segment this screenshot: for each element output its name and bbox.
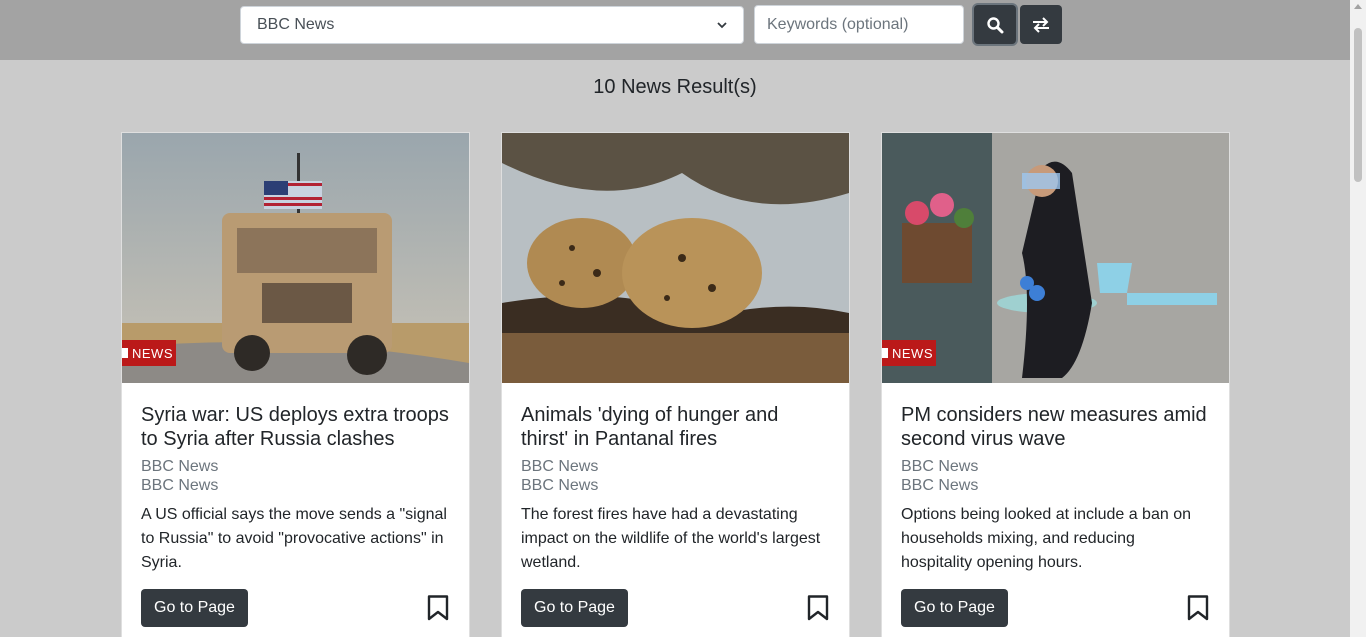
search-toolbar: BBC News Keywords (optional)	[0, 0, 1350, 60]
keywords-input[interactable]: Keywords (optional)	[754, 5, 964, 44]
scrollbar-thumb[interactable]	[1354, 28, 1362, 182]
go-to-page-button[interactable]: Go to Page	[521, 589, 628, 627]
news-card-image: NEWS	[882, 133, 1229, 383]
news-card-source: BBC News	[521, 458, 599, 475]
news-card-title: Animals 'dying of hunger and thirst' in …	[521, 404, 779, 450]
vertical-scrollbar[interactable]	[1350, 0, 1366, 637]
news-source-select-value: BBC News	[257, 16, 335, 33]
news-card-author: BBC News	[141, 477, 219, 494]
bookmark-icon[interactable]	[1187, 595, 1209, 621]
news-card-title: Syria war: US deploys extra troops to Sy…	[141, 404, 449, 450]
search-button[interactable]	[974, 5, 1016, 44]
news-card: NEWS PM considers new measures amid seco…	[881, 132, 1230, 637]
news-card: Animals 'dying of hunger and thirst' in …	[501, 132, 850, 637]
keywords-placeholder: Keywords (optional)	[767, 15, 909, 33]
news-card-source: BBC News	[141, 458, 219, 475]
news-card-description: A US official says the move sends a "sig…	[141, 506, 447, 571]
swap-button[interactable]	[1020, 5, 1062, 44]
search-icon	[987, 16, 1004, 33]
news-card-source: BBC News	[901, 458, 979, 475]
swap-arrows-icon	[1033, 16, 1049, 33]
news-card-description: Options being looked at include a ban on…	[901, 506, 1191, 571]
bookmark-icon[interactable]	[427, 595, 449, 621]
news-card-author: BBC News	[901, 477, 979, 494]
results-count-title: 10 News Result(s)	[593, 76, 757, 98]
news-card-image: NEWS	[122, 133, 469, 383]
news-card: NEWS Syria war: US deploys extra troops …	[121, 132, 470, 637]
news-source-select[interactable]: BBC News	[240, 6, 744, 44]
bbc-news-badge: NEWS	[122, 340, 176, 366]
news-card-author: BBC News	[521, 477, 599, 494]
scroll-up-arrow-icon[interactable]	[1354, 4, 1362, 9]
news-card-title: PM considers new measures amid second vi…	[901, 404, 1207, 450]
news-card-description: The forest fires have had a devastating …	[521, 506, 821, 571]
news-card-image	[502, 133, 849, 383]
go-to-page-button[interactable]: Go to Page	[141, 589, 248, 627]
chevron-down-icon	[717, 22, 727, 29]
bbc-news-badge: NEWS	[882, 340, 936, 366]
go-to-page-button[interactable]: Go to Page	[901, 589, 1008, 627]
bookmark-icon[interactable]	[807, 595, 829, 621]
